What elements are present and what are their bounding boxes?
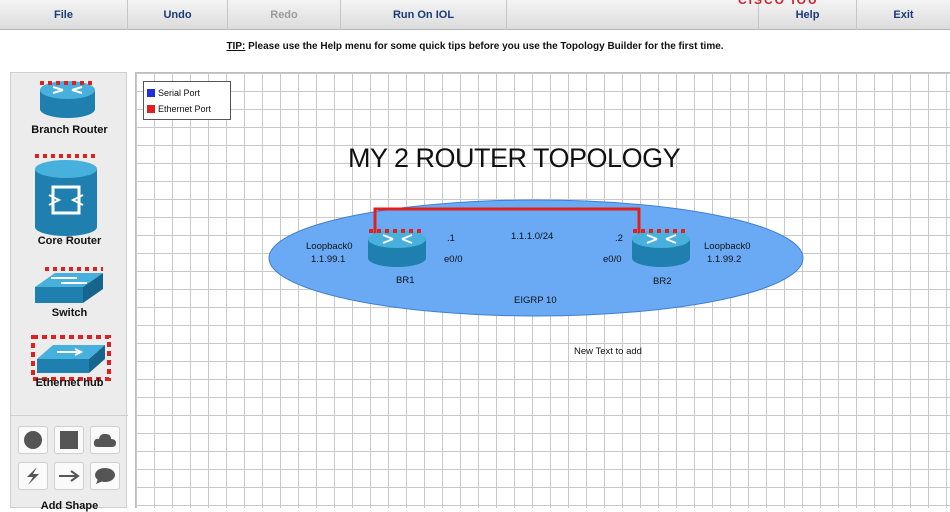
subnet-label[interactable]: 1.1.1.0/24 xyxy=(511,231,553,242)
br1-interface[interactable]: e0/0 xyxy=(444,254,463,265)
palette-branch-router[interactable]: Branch Router xyxy=(11,73,128,143)
cloud-icon xyxy=(93,433,116,447)
add-circle-button[interactable] xyxy=(18,426,48,454)
device-palette: Branch Router Core Router Switch Etherne… xyxy=(10,72,128,512)
br2-name[interactable]: BR2 xyxy=(653,276,671,287)
tip-label: TIP: xyxy=(226,41,246,52)
brand-logo-fragment: CISCO IOU xyxy=(738,0,858,5)
add-cloud-button[interactable] xyxy=(90,426,120,454)
speech-bubble-icon xyxy=(95,468,115,484)
br2-loopback-ip[interactable]: 1.1.99.2 xyxy=(707,254,741,265)
palette-ethernet-hub[interactable]: Ethernet hub xyxy=(11,331,128,397)
redo-button[interactable]: Redo xyxy=(228,0,341,30)
switch-label: Switch xyxy=(51,307,88,319)
branch-router-label: Branch Router xyxy=(31,124,108,136)
eigrp-area-label[interactable]: EIGRP 10 xyxy=(514,295,557,306)
lightning-icon xyxy=(27,467,39,485)
add-shape-label: Add Shape xyxy=(40,500,99,512)
file-menu-button[interactable]: File xyxy=(0,0,128,30)
circle-icon xyxy=(24,431,42,449)
core-router-label: Core Router xyxy=(37,235,102,247)
tip-message: TIP: Please use the Help menu for some q… xyxy=(0,41,950,52)
palette-switch[interactable]: Switch xyxy=(11,259,128,325)
square-icon xyxy=(60,431,78,449)
br1-loopback-label[interactable]: Loopback0 xyxy=(306,241,352,252)
undo-button[interactable]: Undo xyxy=(128,0,228,30)
br2-router-icon[interactable] xyxy=(632,229,690,267)
add-square-button[interactable] xyxy=(54,426,84,454)
arrow-icon xyxy=(59,470,80,482)
br1-host-octet[interactable]: .1 xyxy=(447,233,455,244)
add-arrow-button[interactable] xyxy=(54,462,84,490)
tip-text: Please use the Help menu for some quick … xyxy=(245,41,724,52)
ethernet-hub-label: Ethernet hub xyxy=(35,377,104,389)
add-speech-bubble-button[interactable] xyxy=(90,462,120,490)
shape-tools: Add Shape xyxy=(11,415,128,512)
br2-host-octet[interactable]: .2 xyxy=(615,233,623,244)
palette-core-router[interactable]: Core Router xyxy=(11,145,128,255)
topology-drawing xyxy=(268,199,804,317)
add-lightning-button[interactable] xyxy=(18,462,48,490)
run-on-iol-button[interactable]: Run On IOL xyxy=(341,0,507,30)
menu-spacer xyxy=(507,0,759,30)
br2-interface[interactable]: e0/0 xyxy=(603,254,622,265)
free-text-label[interactable]: New Text to add xyxy=(574,346,642,357)
br2-loopback-label[interactable]: Loopback0 xyxy=(704,241,750,252)
br1-router-icon[interactable] xyxy=(368,229,426,267)
topology-canvas[interactable]: Serial Port Ethernet Port MY 2 ROUTER TO… xyxy=(135,72,950,508)
br1-name[interactable]: BR1 xyxy=(396,275,414,286)
exit-button[interactable]: Exit xyxy=(857,0,950,30)
br1-loopback-ip[interactable]: 1.1.99.1 xyxy=(311,254,345,265)
